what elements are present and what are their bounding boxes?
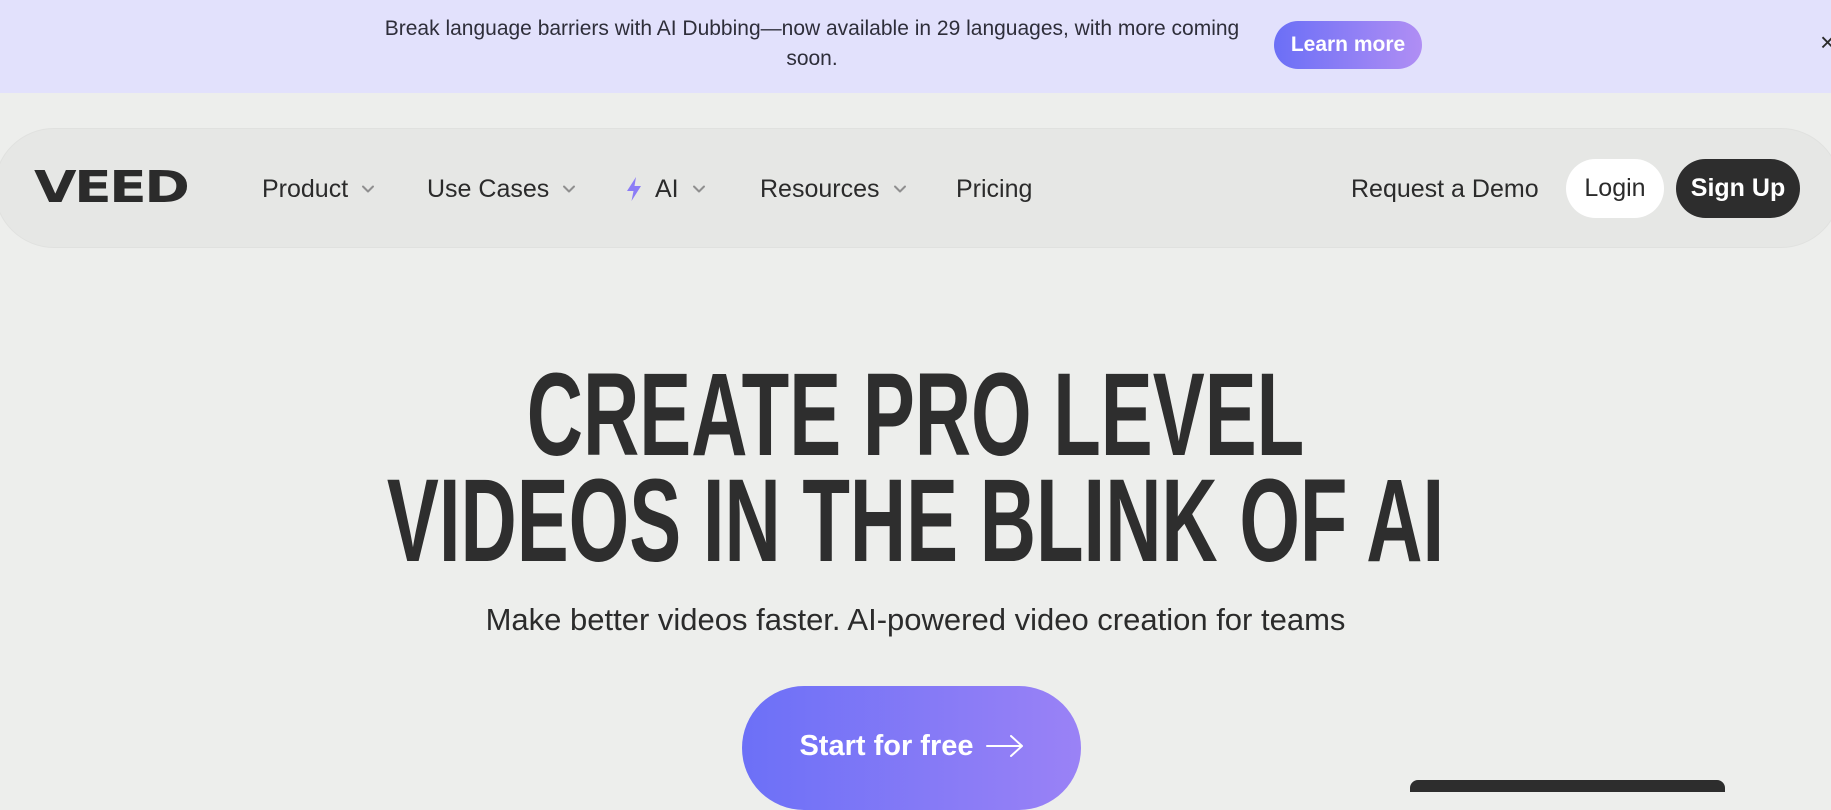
chevron-down-icon [692, 185, 705, 193]
request-demo-link[interactable]: Request a Demo [1351, 172, 1539, 206]
hero-title: CREATE PRO LEVEL VIDEOS IN THE BLINK OF … [311, 349, 1519, 587]
nav-item-pricing[interactable]: Pricing [956, 172, 1032, 206]
nav-item-use-cases[interactable]: Use Cases [427, 172, 577, 206]
cta-label: Start for free [799, 729, 974, 762]
nav-item-label: Resources [760, 175, 880, 203]
lightning-bolt-icon [627, 177, 641, 201]
hero-subtitle: Make better videos faster. AI-powered vi… [485, 602, 1346, 637]
signup-button[interactable]: Sign Up [1676, 159, 1800, 218]
chevron-down-icon [893, 185, 906, 193]
login-button[interactable]: Login [1566, 159, 1664, 218]
hero-title-line-2: VIDEOS IN THE BLINK OF AI [386, 455, 1445, 587]
nav-item-label: Use Cases [427, 175, 550, 203]
announcement-banner: Break language barriers with AI Dubbing—… [0, 0, 1831, 93]
chevron-down-icon [563, 185, 576, 193]
nav-item-product[interactable]: Product [262, 172, 376, 206]
hero-title-line-1: CREATE PRO LEVEL [526, 349, 1305, 481]
arrow-right-icon [985, 735, 1023, 757]
banner-text: Break language barriers with AI Dubbing—… [384, 17, 1240, 70]
chevron-down-icon [362, 185, 375, 193]
nav-item-ai[interactable]: AI [625, 172, 707, 206]
nav-item-resources[interactable]: Resources [760, 172, 908, 206]
nav-item-label: Product [262, 175, 349, 203]
nav-item-label: Pricing [956, 175, 1033, 203]
veed-logo[interactable]: VEED [34, 166, 190, 210]
nav-item-label: AI [655, 175, 679, 203]
learn-more-button[interactable]: Learn more [1274, 21, 1422, 69]
close-icon[interactable]: × [1820, 26, 1831, 58]
preview-card-edge [1410, 780, 1725, 792]
start-for-free-button[interactable]: Start for free [742, 686, 1081, 810]
